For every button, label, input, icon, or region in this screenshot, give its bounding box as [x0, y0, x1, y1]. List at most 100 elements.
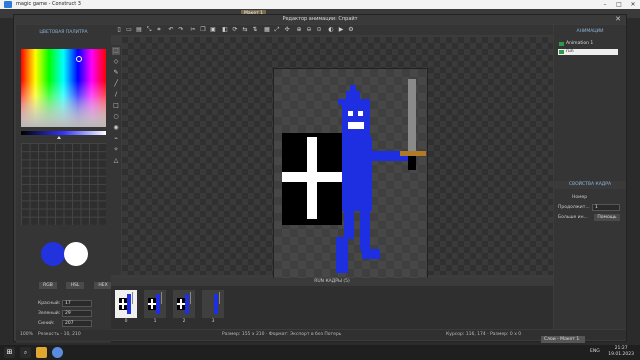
rectangle-icon[interactable]: □ — [112, 102, 120, 110]
alpha-slider[interactable] — [21, 131, 106, 135]
animation-icon — [559, 50, 564, 54]
mirror-icon[interactable]: ⇆ — [241, 26, 249, 34]
zoom-in-icon[interactable]: ⊕ — [295, 26, 303, 34]
line-icon[interactable]: ∕ — [112, 91, 120, 99]
search-icon[interactable]: ⌕ — [20, 347, 31, 358]
minimize-icon[interactable]: – — [598, 0, 612, 9]
save-icon[interactable]: ▤ — [135, 26, 143, 34]
frame-number: 3 — [211, 319, 215, 324]
shield-cross-horizontal — [282, 172, 342, 182]
windows-start-icon[interactable]: ⊞ — [4, 347, 15, 358]
eraser-icon[interactable]: ◇ — [112, 58, 120, 66]
redo-icon[interactable]: ↷ — [177, 26, 185, 34]
flip-icon[interactable]: ◧ — [221, 26, 229, 34]
animation-item-label: run — [566, 49, 574, 54]
cut-icon[interactable]: ✂ — [189, 26, 197, 34]
more-info-label: Больше ин... — [558, 215, 588, 220]
maximize-icon[interactable]: □ — [612, 0, 626, 9]
color-picker-icon[interactable]: ⌁ — [112, 135, 120, 143]
resolution-text: Резкость - 10, 210 — [38, 332, 81, 337]
blue-label: Синий: — [38, 321, 55, 326]
system-clock[interactable]: 21:27 19.01.2023 — [608, 346, 634, 358]
polygon-icon[interactable]: △ — [112, 157, 120, 165]
preview-icon[interactable]: ▶ — [337, 26, 345, 34]
paste-icon[interactable]: ▣ — [209, 26, 217, 34]
grid-icon[interactable]: ▦ — [263, 26, 271, 34]
frame-sprite-icon — [214, 292, 220, 314]
zoom-reset-icon[interactable]: ⊙ — [315, 26, 323, 34]
duration-label: Продолжит... — [558, 205, 590, 210]
animation-item-selected[interactable]: run — [558, 49, 618, 55]
duration-input[interactable]: 1 — [592, 204, 620, 211]
spectrum-shade — [21, 49, 106, 127]
frame-properties-panel: СВОЙСТВА КАДРА Номер Продолжит... 1 Боль… — [554, 179, 626, 329]
tag-label: Номер — [572, 195, 588, 200]
image-size-text: Размер: 155 x 210 · Формат: Экспорт в бе… — [222, 332, 342, 337]
spectrum-cursor[interactable] — [76, 56, 82, 62]
animations-panel: АНИМАЦИИ Animation 1 run — [554, 25, 626, 185]
ellipse-icon[interactable]: ○ — [112, 113, 120, 121]
origin-point-icon[interactable]: ✧ — [112, 146, 120, 154]
select-tool-icon[interactable]: ⬚ — [112, 47, 120, 55]
help-button[interactable]: Помощь — [594, 214, 620, 221]
sword-blade — [408, 79, 416, 151]
animation-icon — [559, 42, 564, 46]
mode-hex-button[interactable]: HEX — [94, 282, 112, 289]
frame-sprite-icon — [119, 292, 133, 314]
clock-date: 19.01.2023 — [608, 352, 634, 357]
green-input[interactable]: 29 — [62, 310, 92, 317]
frame-number: 0 — [124, 319, 128, 324]
new-icon[interactable]: ▯ — [115, 26, 123, 34]
origin-icon[interactable]: ✣ — [283, 26, 291, 34]
copy-icon[interactable]: ❐ — [199, 26, 207, 34]
background-icon[interactable]: ◐ — [327, 26, 335, 34]
open-icon[interactable]: ▭ — [125, 26, 133, 34]
undo-icon[interactable]: ↶ — [167, 26, 175, 34]
palette-title: ЦВЕТОВАЯ ПАЛИТРА — [39, 30, 88, 35]
dialog-title: Редактор анимации: Спрайт — [14, 15, 626, 24]
secondary-color-swatch[interactable] — [64, 242, 88, 266]
layers-tab[interactable]: Слои - Макет 1 — [541, 336, 585, 343]
close-window-icon[interactable]: ✕ — [626, 0, 640, 9]
mode-rgb-button[interactable]: RGB — [39, 282, 57, 289]
left-foot — [336, 237, 348, 273]
swatch-grid[interactable] — [21, 143, 106, 225]
settings-icon[interactable]: ⚙ — [347, 26, 355, 34]
fit-icon[interactable]: ⤢ — [273, 26, 281, 34]
zoom-level: 100% — [20, 332, 33, 337]
frames-header: RUN КАДРЫ (5) — [111, 278, 553, 286]
fill-icon[interactable]: ◉ — [112, 124, 120, 132]
canvas-area[interactable] — [122, 37, 553, 281]
rotate-icon[interactable]: ⟳ — [231, 26, 239, 34]
frame-thumbnail[interactable] — [202, 290, 224, 318]
sprite-canvas[interactable] — [273, 68, 428, 281]
flip-vertical-icon[interactable]: ⇅ — [251, 26, 259, 34]
animation-item[interactable]: Animation 1 — [558, 41, 618, 47]
frame-thumbnail[interactable] — [115, 290, 137, 318]
red-input[interactable]: 17 — [62, 300, 92, 307]
primary-color-swatch[interactable] — [41, 242, 65, 266]
editor-toolbar: ▯ ▭ ▤ ⤡ ⌗ ↶ ↷ ✂ ❐ ▣ ◧ ⟳ ⇆ ⇅ ▦ ⤢ ✣ ⊕ ⊖ ⊙ … — [111, 25, 553, 35]
language-indicator[interactable]: ENG — [590, 349, 600, 354]
frame-thumbnail[interactable] — [144, 290, 166, 318]
brush-icon[interactable]: ╱ — [112, 80, 120, 88]
construct-app-icon[interactable] — [52, 347, 63, 358]
pencil-icon[interactable]: ✎ — [112, 69, 120, 77]
resize-icon[interactable]: ⤡ — [145, 26, 153, 34]
blue-input[interactable]: 207 — [62, 320, 92, 327]
zoom-out-icon[interactable]: ⊖ — [305, 26, 313, 34]
close-icon[interactable]: ✕ — [613, 15, 623, 24]
file-explorer-icon[interactable] — [36, 347, 47, 358]
green-label: Зеленый: — [38, 311, 61, 316]
color-spectrum[interactable] — [21, 49, 106, 127]
frame-thumbnail[interactable] — [173, 290, 195, 318]
sword-handle — [408, 156, 416, 170]
animation-item-label: Animation 1 — [566, 41, 594, 46]
animation-editor-dialog: Редактор анимации: Спрайт ✕ ▯ ▭ ▤ ⤡ ⌗ ↶ … — [13, 14, 627, 343]
crop-icon[interactable]: ⌗ — [155, 26, 163, 34]
alpha-slider-thumb[interactable] — [57, 136, 61, 139]
drawing-tools: ⬚ ◇ ✎ ╱ ∕ □ ○ ◉ ⌁ ✧ △ — [111, 45, 121, 275]
mode-hsl-button[interactable]: HSL — [66, 282, 84, 289]
frame-sprite-icon — [177, 292, 191, 314]
status-bar: 100% Резкость - 10, 210 Размер: 155 x 21… — [16, 330, 626, 340]
